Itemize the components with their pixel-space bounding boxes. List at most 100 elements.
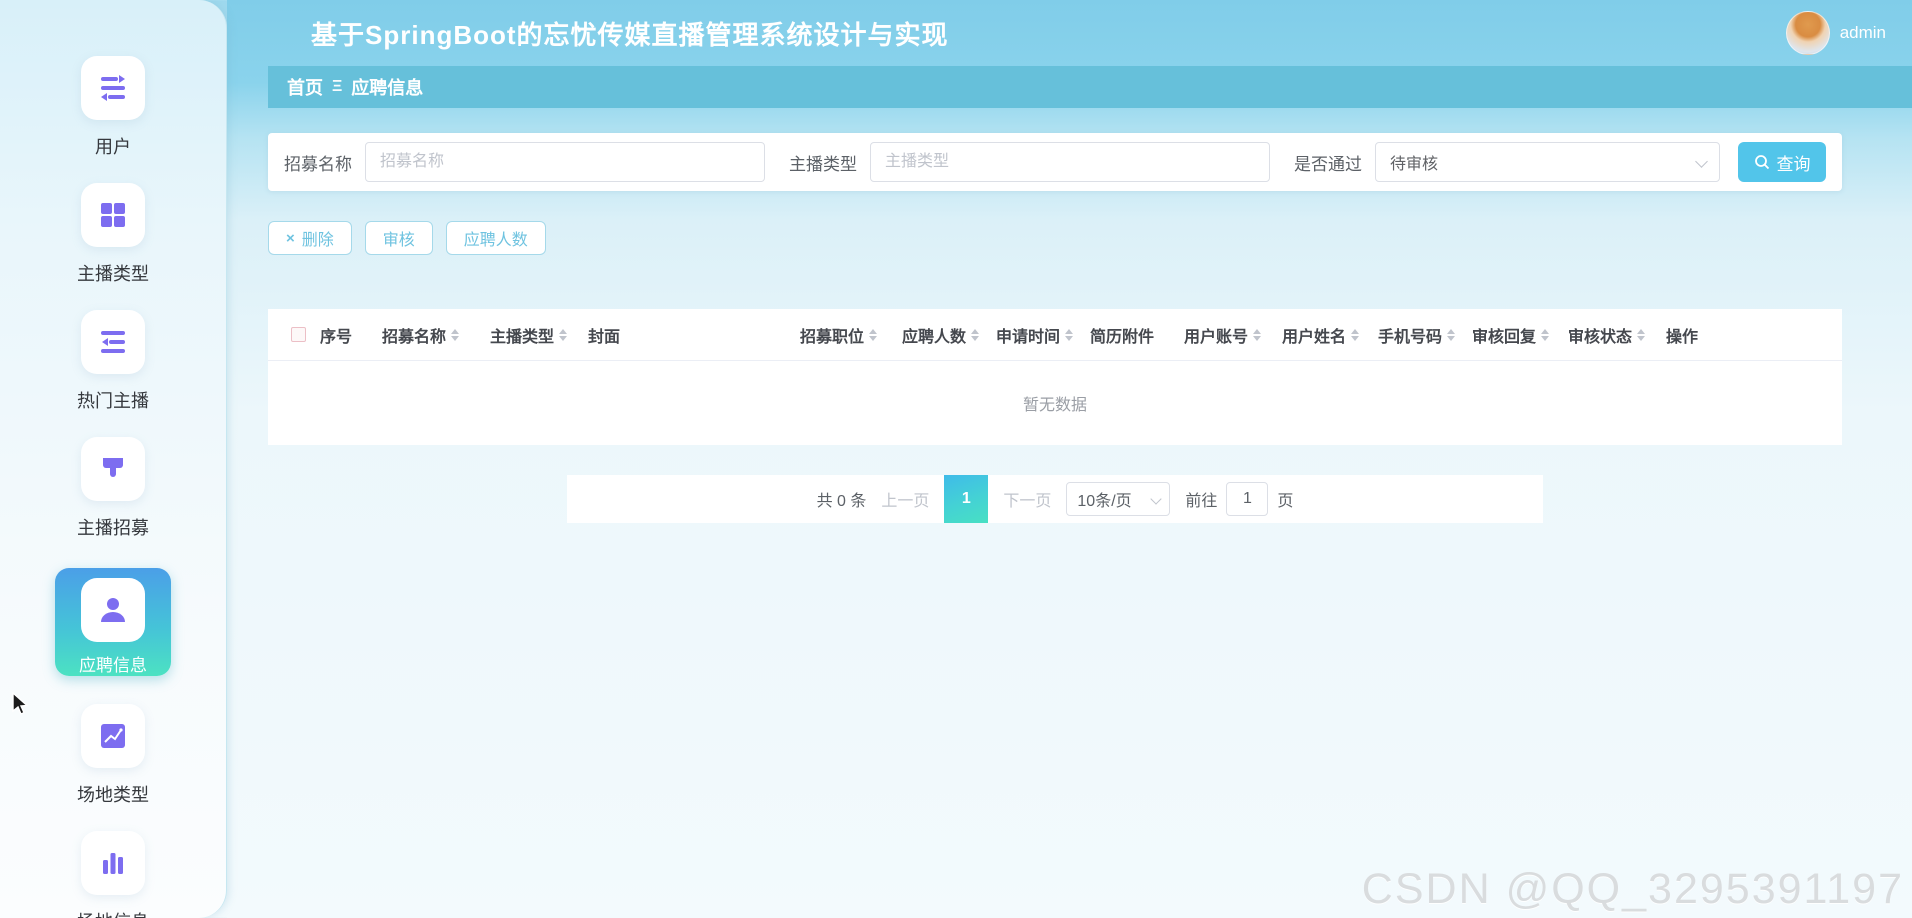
content-area: 招募名称 主播类型 是否通过 待审核 查询 × 删除 — [227, 108, 1912, 523]
pass-status-value: 待审核 — [1390, 150, 1438, 174]
total-count: 共 0 条 — [817, 487, 867, 511]
recruit-name-input[interactable] — [365, 142, 765, 182]
user-menu[interactable]: admin — [1786, 11, 1886, 55]
column-header-apply-time[interactable]: 申请时间 — [996, 323, 1090, 347]
sort-caret-icon[interactable] — [869, 329, 877, 341]
sidebar-item-application-info[interactable]: 应聘信息 — [55, 568, 171, 676]
goto-page-input[interactable] — [1226, 482, 1268, 516]
pass-status-label: 是否通过 — [1294, 150, 1362, 175]
sidebar-item-label: 应聘信息 — [79, 651, 147, 676]
icon-card — [81, 310, 145, 374]
chart-line-box-icon — [98, 721, 128, 751]
sort-caret-icon[interactable] — [1541, 329, 1549, 341]
sidebar-item-label: 主播类型 — [77, 260, 149, 286]
brush-icon — [98, 454, 128, 484]
sidebar-item-anchor-recruit[interactable]: 主播招募 — [77, 437, 149, 540]
goto-page: 前往 页 — [1185, 482, 1293, 516]
recruit-name-label: 招募名称 — [284, 150, 352, 175]
list-arrow-left-icon — [98, 327, 128, 357]
icon-card — [81, 704, 145, 768]
sort-caret-icon[interactable] — [1447, 329, 1455, 341]
breadcrumb-current: 应聘信息 — [351, 74, 423, 100]
delete-button[interactable]: × 删除 — [268, 221, 352, 255]
applicant-count-label: 应聘人数 — [464, 226, 528, 250]
column-header-applicants[interactable]: 应聘人数 — [902, 323, 996, 347]
search-button[interactable]: 查询 — [1738, 142, 1826, 182]
goto-suffix-label: 页 — [1277, 487, 1293, 511]
pass-status-select[interactable]: 待审核 — [1375, 142, 1720, 182]
empty-state: 暂无数据 — [268, 361, 1842, 445]
sidebar-item-venue-type[interactable]: 场地类型 — [77, 704, 149, 807]
icon-card — [81, 831, 145, 895]
chevron-down-icon — [1695, 155, 1708, 168]
top-header: 基于SpringBoot的忘忧传媒直播管理系统设计与实现 admin — [227, 0, 1912, 66]
sidebar-item-hot-anchor[interactable]: 热门主播 — [77, 310, 149, 413]
sidebar: 用户 主播类型 热门主播 主播招募 — [0, 0, 227, 918]
bar-chart-icon — [98, 848, 128, 878]
table-header-row: 序号 招募名称 主播类型 封面 招募职位 应聘人数 申请时间 简历附件 用户账号… — [268, 309, 1842, 361]
audit-button-label: 审核 — [383, 226, 415, 250]
applicant-count-button[interactable]: 应聘人数 — [446, 221, 546, 255]
grid-icon — [98, 200, 128, 230]
sort-caret-icon[interactable] — [559, 329, 567, 341]
main-region: 基于SpringBoot的忘忧传媒直播管理系统设计与实现 admin 首页 Ξ … — [227, 0, 1912, 918]
page-number-button[interactable]: 1 — [944, 475, 988, 523]
page-title: 基于SpringBoot的忘忧传媒直播管理系统设计与实现 — [311, 15, 1786, 52]
icon-card — [81, 437, 145, 501]
list-arrows-icon — [98, 73, 128, 103]
mouse-cursor-icon — [10, 692, 32, 716]
toolbar: × 删除 审核 应聘人数 — [268, 221, 1842, 255]
column-header-resume: 简历附件 — [1090, 323, 1184, 347]
column-header-index: 序号 — [320, 323, 382, 347]
anchor-type-input[interactable] — [870, 142, 1270, 182]
chevron-down-icon — [1151, 493, 1162, 504]
column-header-cover: 封面 — [588, 323, 800, 347]
column-header-account[interactable]: 用户账号 — [1184, 323, 1282, 347]
sidebar-item-label: 场地信息 — [77, 908, 149, 918]
column-header-actions: 操作 — [1666, 323, 1736, 347]
sidebar-item-label: 主播招募 — [77, 514, 149, 540]
breadcrumb-home-link[interactable]: 首页 — [287, 74, 323, 100]
username-label: admin — [1840, 23, 1886, 43]
icon-card — [81, 183, 145, 247]
sidebar-item-anchor-type[interactable]: 主播类型 — [77, 183, 149, 286]
sort-caret-icon[interactable] — [1637, 329, 1645, 341]
breadcrumb-separator-icon: Ξ — [332, 78, 342, 96]
sidebar-item-users[interactable]: 用户 — [81, 56, 145, 159]
column-header-recruit-name[interactable]: 招募名称 — [382, 323, 490, 347]
column-header-position[interactable]: 招募职位 — [800, 323, 902, 347]
sort-caret-icon[interactable] — [971, 329, 979, 341]
column-header-audit-reply[interactable]: 审核回复 — [1472, 323, 1568, 347]
sidebar-item-label: 热门主播 — [77, 387, 149, 413]
next-page-button[interactable]: 下一页 — [1003, 487, 1051, 511]
icon-card — [81, 56, 145, 120]
filter-bar: 招募名称 主播类型 是否通过 待审核 查询 — [268, 133, 1842, 191]
column-header-audit-status[interactable]: 审核状态 — [1568, 323, 1666, 347]
column-header-anchor-type[interactable]: 主播类型 — [490, 323, 588, 347]
sort-caret-icon[interactable] — [451, 329, 459, 341]
goto-prefix-label: 前往 — [1185, 487, 1217, 511]
icon-card — [81, 578, 145, 642]
anchor-type-label: 主播类型 — [789, 150, 857, 175]
select-all-checkbox[interactable] — [291, 327, 306, 342]
pagination: 共 0 条 上一页 1 下一页 10条/页 前往 页 — [567, 475, 1543, 523]
column-header-phone[interactable]: 手机号码 — [1378, 323, 1472, 347]
watermark: CSDN @QQ_3295391197 — [1362, 865, 1904, 914]
sidebar-item-venue-info[interactable]: 场地信息 — [77, 831, 149, 918]
avatar[interactable] — [1786, 11, 1830, 55]
data-table: 序号 招募名称 主播类型 封面 招募职位 应聘人数 申请时间 简历附件 用户账号… — [268, 309, 1842, 445]
prev-page-button[interactable]: 上一页 — [881, 487, 929, 511]
sort-caret-icon[interactable] — [1253, 329, 1261, 341]
page-size-select[interactable]: 10条/页 — [1066, 482, 1170, 516]
sort-caret-icon[interactable] — [1351, 329, 1359, 341]
page-size-value: 10条/页 — [1077, 487, 1131, 511]
delete-button-label: 删除 — [302, 226, 334, 250]
select-all-cell — [276, 327, 320, 342]
search-button-label: 查询 — [1777, 150, 1811, 175]
audit-button[interactable]: 审核 — [365, 221, 433, 255]
column-header-user-name[interactable]: 用户姓名 — [1282, 323, 1378, 347]
breadcrumb: 首页 Ξ 应聘信息 — [268, 66, 1912, 108]
sort-caret-icon[interactable] — [1065, 329, 1073, 341]
search-icon — [1754, 154, 1770, 170]
close-icon: × — [286, 230, 295, 247]
